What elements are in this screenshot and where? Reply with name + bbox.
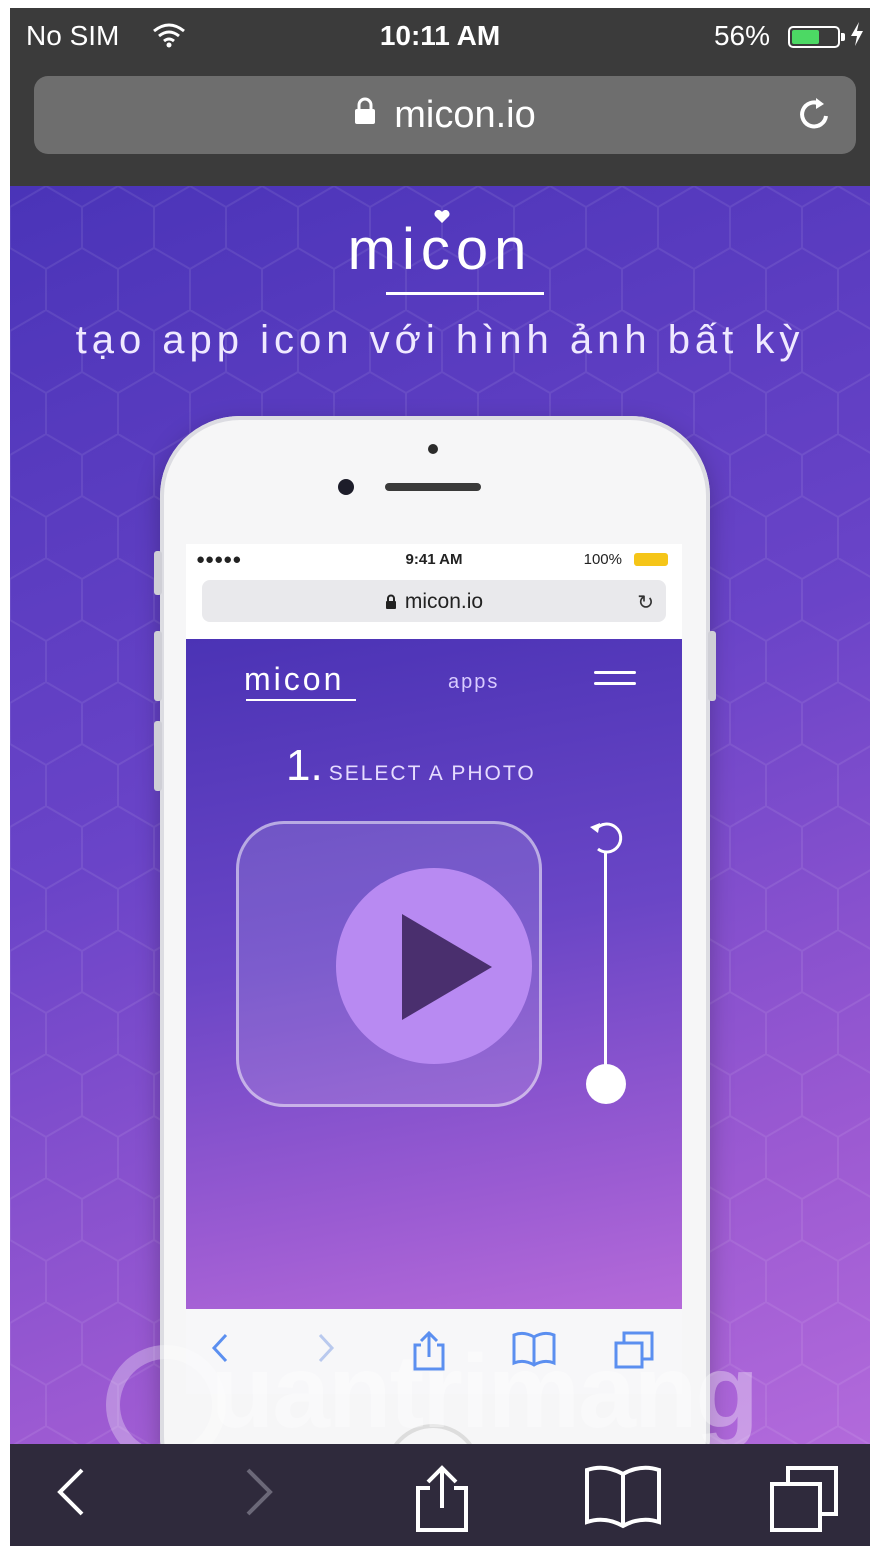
url-display: micon.io [34, 94, 856, 137]
browser-toolbar [10, 1444, 870, 1546]
site-logo[interactable]: micon [10, 216, 870, 283]
step-label: SELECT A PHOTO [328, 762, 536, 785]
inner-menu-icon [594, 671, 636, 693]
logo-underline [386, 292, 544, 295]
address-bar[interactable]: micon.io [34, 76, 856, 154]
step-heading: 1. SELECT A PHOTO [286, 741, 536, 791]
step-number: 1. [286, 741, 323, 790]
battery-percent: 56% [713, 20, 770, 51]
watermark-text: uantrimang [130, 1333, 759, 1452]
inner-url: micon.io [202, 590, 666, 614]
size-slider-knob [586, 1064, 626, 1104]
inner-lock-icon [385, 594, 396, 609]
mute-switch [154, 551, 162, 595]
inner-battery-percent: 100% [583, 551, 622, 568]
inner-battery-icon [634, 553, 668, 566]
inner-site-logo: micon [244, 661, 345, 697]
front-camera [338, 479, 354, 495]
watermark-label: uantrimang [210, 1334, 759, 1450]
rotate-icon [586, 819, 628, 866]
back-icon[interactable] [54, 1464, 88, 1525]
share-icon[interactable] [412, 1464, 472, 1539]
proximity-sensor [428, 444, 438, 454]
browser-window: No SIM 10:11 AM 56% micon.io micon tạo a… [10, 8, 870, 1546]
photo-preview-card [236, 821, 542, 1107]
web-content: micon tạo app icon với hình ảnh bất kỳ ●… [10, 186, 870, 1446]
phone-mockup: ●●●●● 9:41 AM 100% micon.io ↻ micon apps [154, 416, 716, 1446]
earpiece-speaker [385, 483, 481, 491]
bookmarks-icon[interactable] [585, 1464, 661, 1535]
play-button [336, 868, 532, 1064]
inner-status-bar: ●●●●● 9:41 AM 100% [186, 544, 682, 574]
reload-icon[interactable] [794, 94, 834, 139]
inner-nav-apps: apps [448, 671, 500, 693]
phone-screen: ●●●●● 9:41 AM 100% micon.io ↻ micon apps [186, 544, 682, 1394]
lock-icon [354, 92, 376, 135]
tagline: tạo app icon với hình ảnh bất kỳ [75, 318, 805, 362]
inner-address-bar: micon.io ↻ [202, 580, 666, 622]
battery-icon [788, 26, 845, 48]
charging-bolt-icon [850, 22, 864, 51]
tabs-icon[interactable] [768, 1464, 840, 1539]
inner-site: micon apps 1. SELECT A PHOTO [186, 639, 682, 1309]
volume-down-button [154, 721, 162, 791]
play-icon [402, 914, 492, 1020]
inner-logo-underline [246, 699, 356, 701]
status-bar: No SIM 10:11 AM 56% [10, 8, 870, 68]
url-text: micon.io [394, 94, 536, 136]
forward-icon[interactable] [242, 1464, 276, 1525]
volume-up-button [154, 631, 162, 701]
inner-reload-icon: ↻ [637, 592, 654, 614]
size-slider-track [604, 851, 607, 1091]
power-button [708, 631, 716, 701]
inner-url-text: micon.io [404, 590, 484, 613]
